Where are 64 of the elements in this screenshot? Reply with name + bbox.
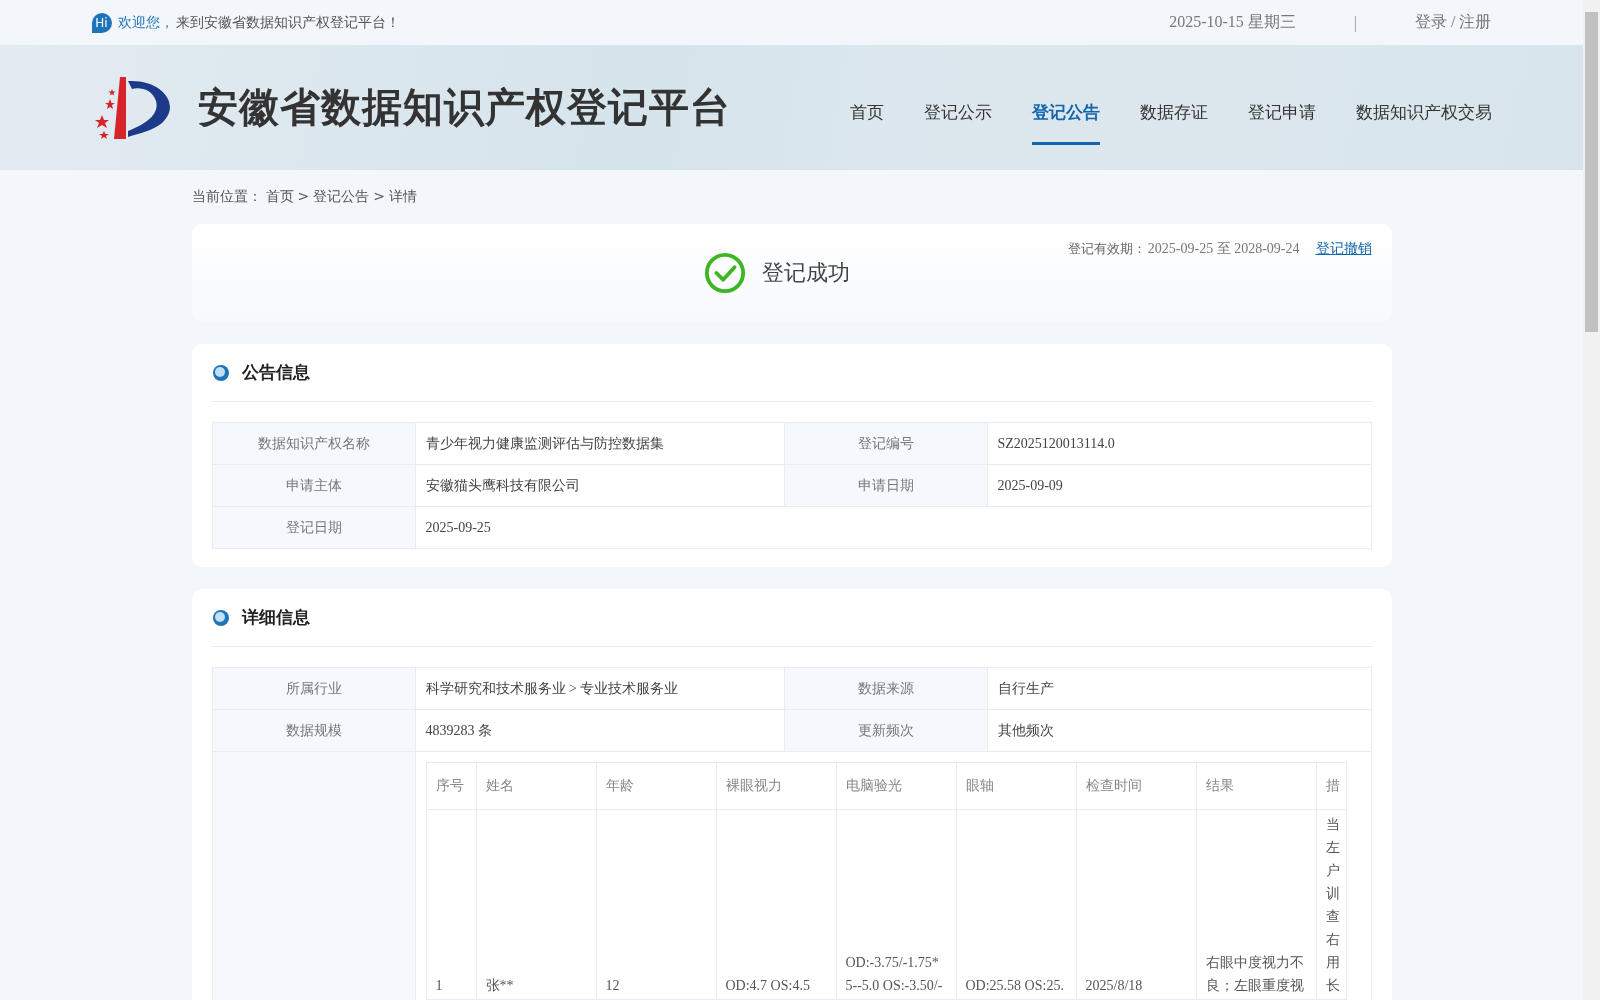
- hi-icon: Hi: [91, 12, 112, 33]
- column-header: 电脑验光: [836, 762, 956, 810]
- nav-tab[interactable]: 数据存证: [1139, 70, 1208, 145]
- column-header: 检查时间: [1076, 762, 1196, 810]
- date-text: 2025-10-15 星期三: [1169, 12, 1296, 32]
- table-cell: 1: [426, 809, 476, 1000]
- column-header: 裸眼视力: [716, 762, 836, 810]
- column-header: 结果: [1196, 762, 1316, 810]
- revoke-link[interactable]: 登记撤销: [1315, 240, 1372, 258]
- field-value: 2025-09-25: [424, 518, 492, 537]
- column-header: 姓名: [476, 762, 596, 810]
- table-cell: 右眼中度视力不 良；左眼重度视: [1196, 809, 1316, 1000]
- field-value: SZ2025120013114.0: [996, 434, 1116, 453]
- breadcrumb-link[interactable]: 登记公告: [313, 188, 370, 206]
- column-header: 眼轴: [956, 762, 1076, 810]
- breadcrumb-link[interactable]: 首页: [265, 188, 294, 206]
- nav-tab[interactable]: 数据知识产权交易: [1355, 70, 1492, 145]
- separator-text: |: [1353, 13, 1358, 32]
- scrollbar[interactable]: [1583, 0, 1600, 1000]
- field-value: 自行生产: [996, 679, 1055, 698]
- field-label: 数据知识产权名称: [212, 423, 416, 464]
- validity-dates: 2025-09-25 至 2028-09-24: [1147, 240, 1300, 258]
- field-label: 数据规模: [212, 710, 416, 751]
- field-label: 数据来源: [784, 668, 988, 709]
- nav-tab[interactable]: 登记申请: [1247, 70, 1316, 145]
- breadcrumb-separator: >: [373, 188, 385, 206]
- table-cell: 张**: [476, 809, 596, 1000]
- site-title: 安徽省数据知识产权登记平台: [197, 83, 731, 132]
- nav-tab[interactable]: 登记公告: [1031, 70, 1100, 145]
- validity-label: 登记有效期：: [1067, 240, 1146, 258]
- field-label: 登记日期: [212, 507, 416, 548]
- table-cell: OD:25.58 OS:25.: [956, 809, 1076, 1000]
- field-label: 申请主体: [212, 465, 416, 506]
- table-cell: 12: [596, 809, 716, 1000]
- table-cell: 2025/8/18: [1076, 809, 1196, 1000]
- status-text: 登记成功: [761, 259, 850, 287]
- field-label: 所属行业: [212, 668, 416, 709]
- section-title: 详细信息: [241, 606, 310, 629]
- field-value: 2025-09-09: [996, 476, 1064, 495]
- column-header: 年龄: [596, 762, 716, 810]
- breadcrumb-label: 当前位置：: [191, 188, 262, 206]
- field-label: 登记编号: [784, 423, 988, 464]
- section-title: 公告信息: [241, 361, 310, 384]
- field-label: 更新频次: [784, 710, 988, 751]
- field-value: 青少年视力健康监测评估与防控数据集: [415, 423, 785, 464]
- field-label: 申请日期: [784, 465, 988, 506]
- column-header: 序号: [426, 762, 476, 810]
- breadcrumb-separator: >: [297, 188, 310, 206]
- field-value: 4839283 条: [415, 710, 785, 751]
- login-register-link[interactable]: 登录 / 注册: [1415, 12, 1492, 33]
- column-header: 措: [1316, 762, 1346, 810]
- greeting: 欢迎您，: [117, 13, 174, 32]
- table-cell: OD:4.7 OS:4.5: [716, 809, 836, 1000]
- bullet-icon: [211, 363, 230, 382]
- field-value: 科学研究和技术服务业 > 专业技术服务业: [415, 668, 785, 709]
- welcome-text: 来到安徽省数据知识产权登记平台！: [175, 13, 400, 32]
- nav-tab[interactable]: 登记公示: [923, 70, 992, 145]
- nav-tab[interactable]: 首页: [849, 70, 884, 145]
- breadcrumb-link[interactable]: 详情: [388, 188, 417, 206]
- field-value: 其他频次: [996, 721, 1055, 740]
- table-cell: OD:-3.75/-1.75* 5--5.0 OS:-3.50/-: [836, 809, 956, 1000]
- table-cell: 当 左 户 训 查 右 用 长: [1316, 809, 1346, 1000]
- field-value: 安徽猫头鹰科技有限公司: [415, 465, 785, 506]
- bullet-icon: [211, 608, 230, 627]
